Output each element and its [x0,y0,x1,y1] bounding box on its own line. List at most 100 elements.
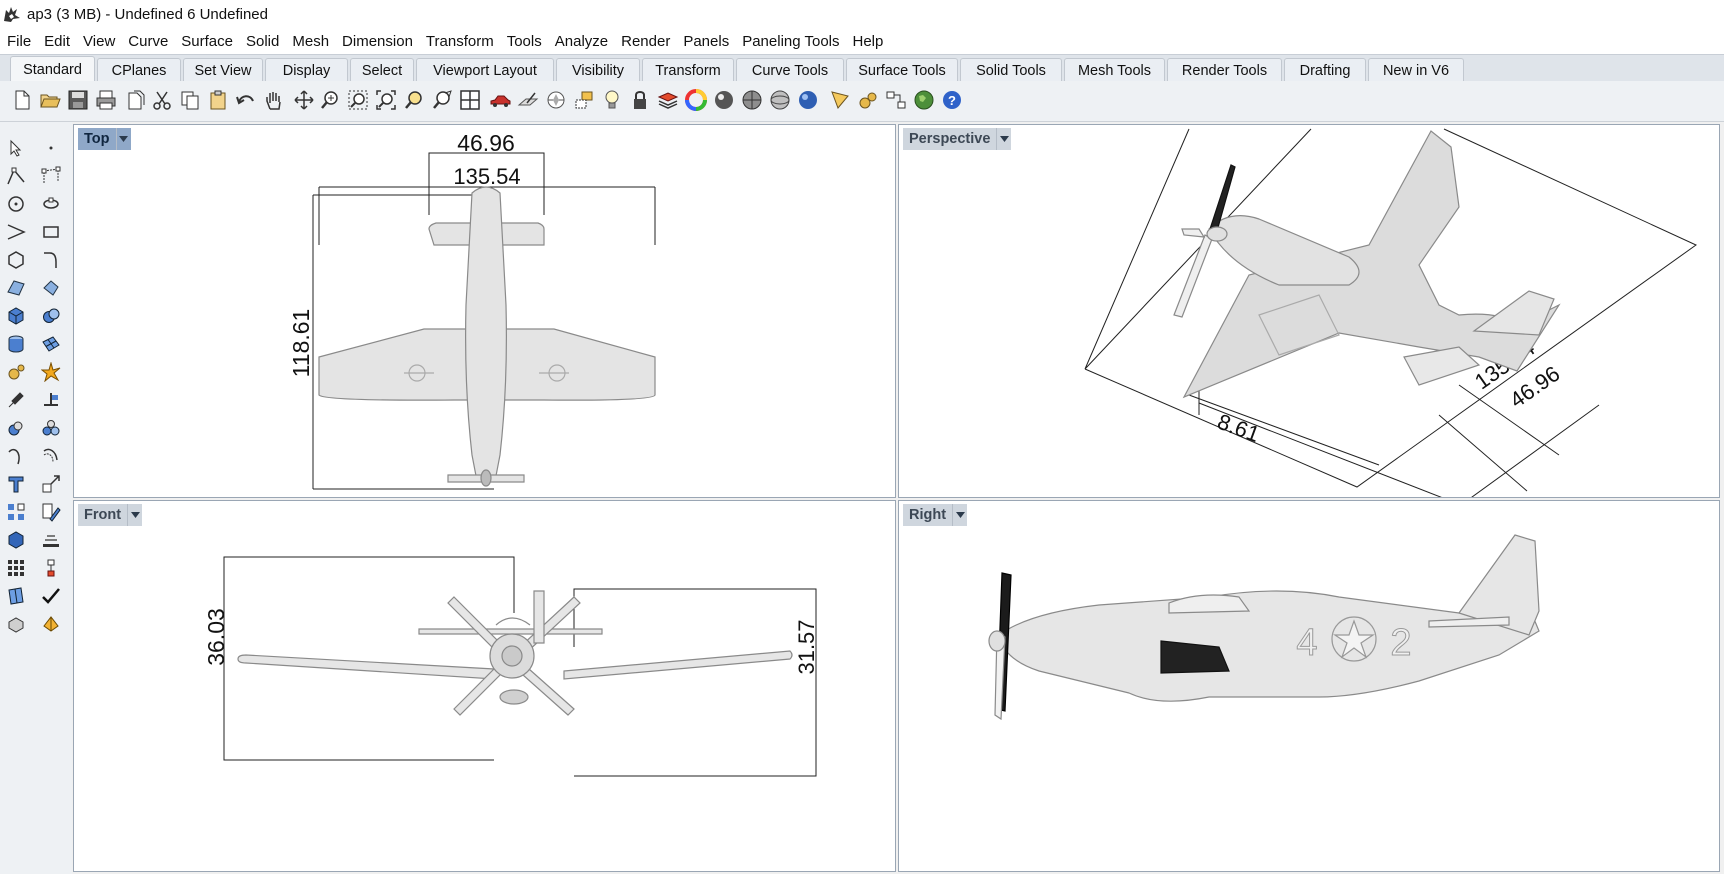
print-icon[interactable] [94,88,118,112]
blue-sphere-icon[interactable] [796,88,820,112]
surface-blue-icon[interactable] [3,583,29,609]
solid-shape-icon[interactable] [3,611,29,637]
viewport-perspective[interactable]: 135.54 46.96 8.61 Perspective [898,124,1720,498]
menu-curve[interactable]: Curve [128,33,168,50]
chevron-down-icon[interactable] [996,128,1012,150]
explode-icon[interactable] [38,359,64,385]
viewport-label-perspective[interactable]: Perspective [903,128,1012,150]
menu-transform[interactable]: Transform [426,33,494,50]
menu-mesh[interactable]: Mesh [292,33,329,50]
tab-surface-tools[interactable]: Surface Tools [846,58,958,82]
menu-tools[interactable]: Tools [507,33,542,50]
rotate-points-icon[interactable] [38,191,64,217]
menu-render[interactable]: Render [621,33,670,50]
viewport-label-right[interactable]: Right [903,504,968,526]
boolean-icon[interactable] [3,415,29,441]
menu-file[interactable]: File [7,33,31,50]
sweep-icon[interactable] [38,275,64,301]
viewport-label-front[interactable]: Front [78,504,143,526]
edit-icon[interactable] [38,499,64,525]
menu-panels[interactable]: Panels [683,33,729,50]
viewport-label-top[interactable]: Top [78,128,131,150]
menu-help[interactable]: Help [853,33,884,50]
curve-icon[interactable] [3,219,29,245]
rotate-view-icon[interactable] [292,88,316,112]
curve-tool-icon[interactable] [3,443,29,469]
properties-icon[interactable] [828,88,852,112]
open-icon[interactable] [38,88,62,112]
circle-icon[interactable] [3,191,29,217]
show-objects-icon[interactable] [572,88,596,112]
copy-icon[interactable] [178,88,202,112]
solid-box-icon[interactable] [3,527,29,553]
ghosted-sphere-icon[interactable] [768,88,792,112]
group-icon[interactable] [3,499,29,525]
chevron-down-icon[interactable] [952,504,968,526]
scale-icon[interactable] [38,471,64,497]
lock-icon[interactable] [628,88,652,112]
mesh-surface-icon[interactable] [38,331,64,357]
light-icon[interactable] [600,88,624,112]
zoom-icon[interactable] [318,88,342,112]
cylinder-icon[interactable] [3,331,29,357]
globe-icon[interactable] [912,88,936,112]
tab-visibility[interactable]: Visibility [556,58,640,82]
transform-icon[interactable] [3,387,29,413]
tab-render-tools[interactable]: Render Tools [1167,58,1282,82]
zoom-target-icon[interactable] [430,88,454,112]
spheres-icon[interactable] [38,415,64,441]
tab-new-in-v6[interactable]: New in V6 [1368,58,1464,82]
zoom-window-icon[interactable] [346,88,370,112]
tab-standard[interactable]: Standard [10,56,95,82]
control-points-icon[interactable] [38,163,64,189]
zoom-extents-icon[interactable] [374,88,398,112]
four-view-icon[interactable] [458,88,482,112]
point-icon[interactable] [38,135,64,161]
color-wheel-icon[interactable] [684,88,708,112]
undo-icon[interactable] [234,88,258,112]
zoom-selected-icon[interactable] [402,88,426,112]
surface-icon[interactable] [3,275,29,301]
chevron-down-icon[interactable] [127,504,143,526]
named-view-icon[interactable] [544,88,568,112]
gear-tool-icon[interactable] [3,359,29,385]
check-icon[interactable] [38,583,64,609]
viewport-right[interactable]: 4 2 Right [898,500,1720,872]
layout-icon[interactable] [38,555,64,581]
select-arrow-icon[interactable] [3,135,29,161]
tab-solid-tools[interactable]: Solid Tools [960,58,1062,82]
fillet-curve-icon[interactable] [38,247,64,273]
cut-icon[interactable] [150,88,174,112]
tab-transform[interactable]: Transform [642,58,734,82]
chevron-down-icon[interactable] [115,128,131,150]
shaded-sphere-icon[interactable] [740,88,764,112]
polygon-icon[interactable] [3,247,29,273]
paste-icon[interactable] [206,88,230,112]
tab-viewport-layout[interactable]: Viewport Layout [416,58,554,82]
offset-icon[interactable] [38,443,64,469]
grid-icon[interactable] [3,555,29,581]
menu-dimension[interactable]: Dimension [342,33,413,50]
new-icon[interactable] [10,88,34,112]
box-icon[interactable] [3,303,29,329]
render-sphere-icon[interactable] [712,88,736,112]
rectangle-icon[interactable] [38,219,64,245]
grasshopper-icon[interactable] [884,88,908,112]
tab-display[interactable]: Display [265,58,348,82]
menu-surface[interactable]: Surface [181,33,233,50]
cplane-icon[interactable] [516,88,540,112]
menu-paneling-tools[interactable]: Paneling Tools [742,33,839,50]
menu-view[interactable]: View [83,33,115,50]
split-icon[interactable] [38,387,64,413]
save-icon[interactable] [66,88,90,112]
menu-edit[interactable]: Edit [44,33,70,50]
text-icon[interactable] [3,471,29,497]
tab-select[interactable]: Select [350,58,414,82]
tab-set-view[interactable]: Set View [183,58,263,82]
viewport-front[interactable]: 36.03 31.57 Front [73,500,896,872]
options-icon[interactable] [856,88,880,112]
menu-solid[interactable]: Solid [246,33,279,50]
tab-cplanes[interactable]: CPlanes [97,58,181,82]
menu-analyze[interactable]: Analyze [555,33,608,50]
block-icon[interactable] [38,527,64,553]
